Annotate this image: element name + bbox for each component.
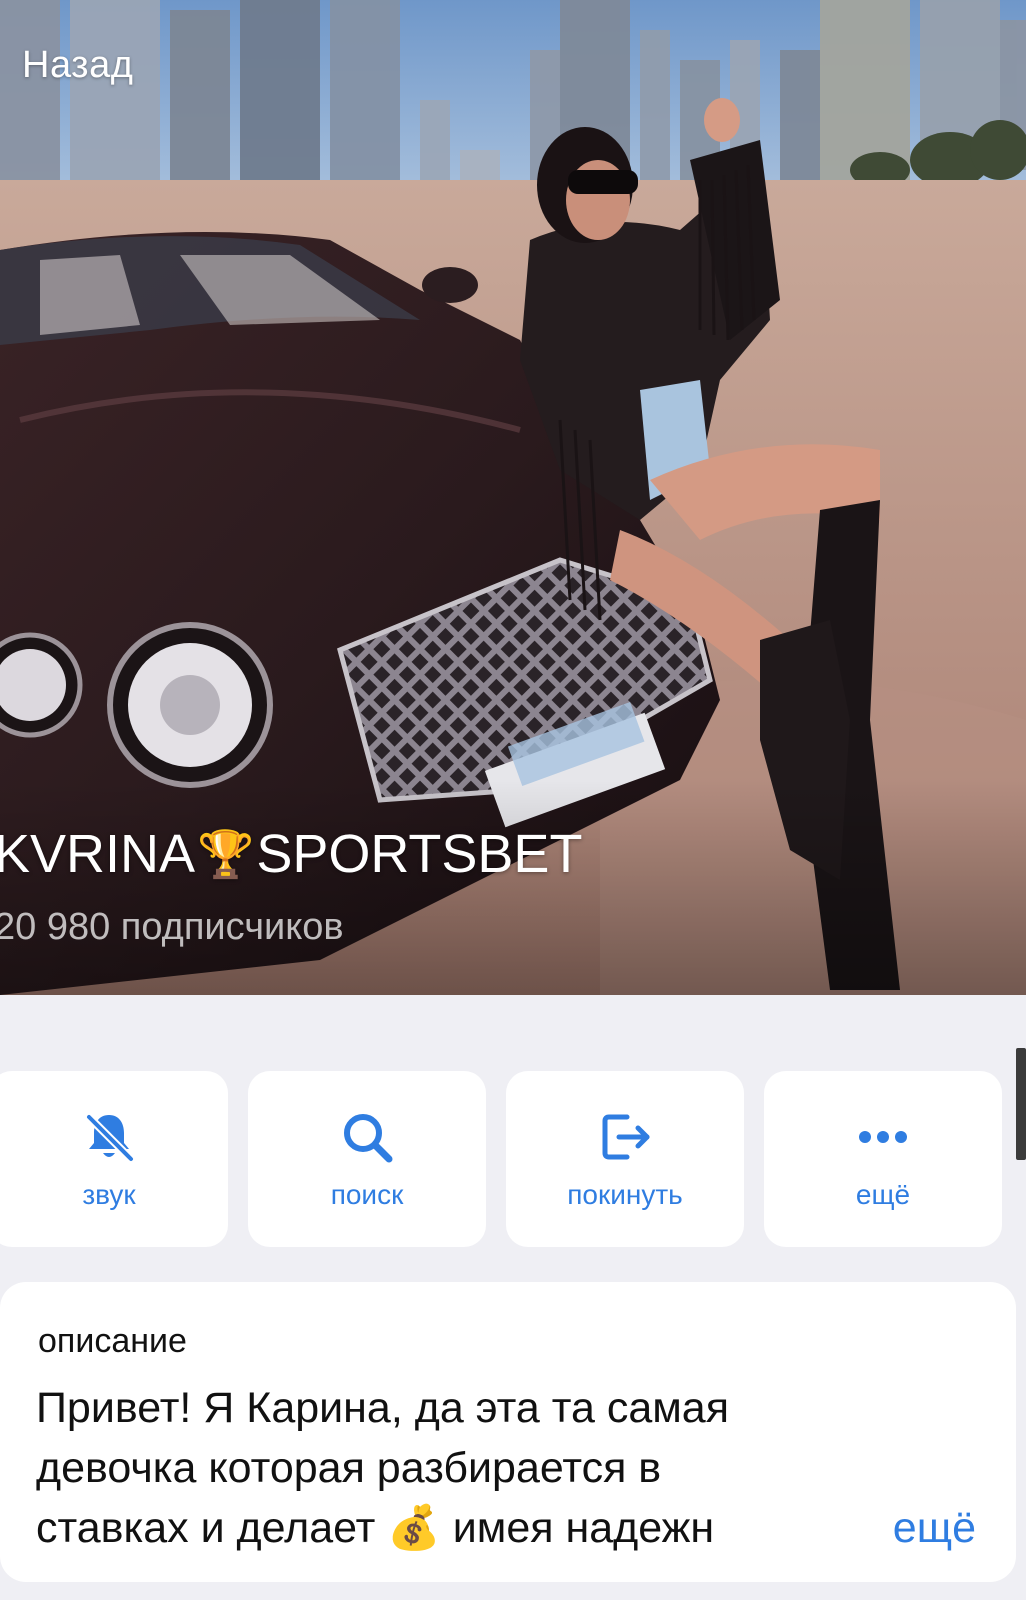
description-more-link[interactable]: ещё	[832, 1504, 976, 1553]
scrollbar[interactable]	[1016, 1048, 1026, 1160]
search-icon	[337, 1107, 397, 1167]
channel-actions-bar: звук поиск покинуть ещё	[0, 1071, 1026, 1247]
back-button[interactable]: Назад	[22, 44, 133, 87]
leave-icon	[595, 1107, 655, 1167]
more-button[interactable]: ещё	[764, 1071, 1002, 1247]
mute-button-label: звук	[82, 1179, 136, 1210]
search-button-label: поиск	[330, 1179, 404, 1210]
leave-button-label: покинуть	[567, 1179, 683, 1210]
bell-muted-icon	[79, 1107, 139, 1167]
channel-title-part1: KVRINA	[0, 824, 196, 884]
more-dots-icon	[853, 1107, 913, 1167]
description-title: описание	[38, 1322, 187, 1360]
description-line: ставках и делает 💰 имея надежн	[36, 1504, 715, 1552]
description-line: девочка которая разбирается в	[36, 1444, 662, 1492]
subscriber-count: 20 980 подписчиков	[0, 906, 344, 948]
description-line: Привет! Я Карина, да эта та самая	[36, 1384, 729, 1432]
search-button[interactable]: поиск	[248, 1071, 486, 1247]
mute-button[interactable]: звук	[0, 1071, 228, 1247]
leave-button[interactable]: покинуть	[506, 1071, 744, 1247]
trophy-emoji-icon: 🏆	[197, 827, 255, 880]
more-button-label: ещё	[855, 1179, 911, 1210]
channel-cover-image: Назад KVRINA 🏆 SPORTSBET 20 980 подписчи…	[0, 0, 1026, 995]
description-text: Привет! Я Карина, да эта та самая девочк…	[36, 1378, 916, 1558]
channel-title-part2: SPORTSBET	[256, 824, 583, 884]
channel-title: KVRINA 🏆 SPORTSBET	[0, 823, 582, 885]
description-card: описание Привет! Я Карина, да эта та сам…	[0, 1282, 1016, 1582]
